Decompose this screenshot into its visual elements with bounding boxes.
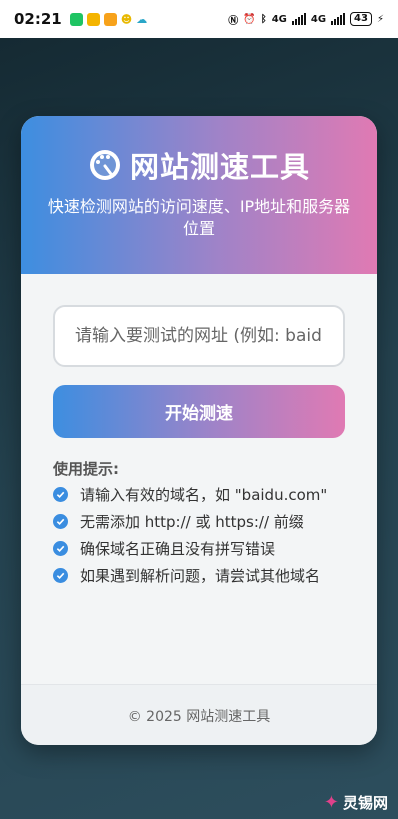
tip-text: 无需添加 http:// 或 https:// 前缀 bbox=[80, 513, 304, 531]
card-header: 网站测速工具 快速检测网站的访问速度、IP地址和服务器位置 bbox=[21, 116, 377, 274]
tip-item: 如果遇到解析问题，请尝试其他域名 bbox=[53, 562, 363, 589]
check-icon bbox=[53, 514, 68, 529]
tip-text: 如果遇到解析问题，请尝试其他域名 bbox=[80, 567, 321, 585]
status-time: 02:21 bbox=[14, 10, 62, 28]
copyright-text: © 2025 网站测速工具 bbox=[127, 708, 271, 725]
card-body: 开始测速 使用提示: 请输入有效的域名，如 "baidu.com" 无需添加 h… bbox=[21, 274, 377, 684]
signal-icon-2 bbox=[331, 13, 346, 25]
nfc-icon: Ⓝ bbox=[228, 15, 239, 27]
page-subtitle: 快速检测网站的访问速度、IP地址和服务器位置 bbox=[47, 197, 351, 238]
start-test-button[interactable]: 开始测速 bbox=[53, 385, 345, 438]
tip-item: 无需添加 http:// 或 https:// 前缀 bbox=[53, 508, 363, 535]
app-icon bbox=[103, 12, 117, 26]
tip-text: 确保域名正确且没有拼写错误 bbox=[80, 540, 276, 558]
tip-item: 请输入有效的域名，如 "baidu.com" bbox=[53, 481, 363, 508]
check-icon bbox=[53, 541, 68, 556]
charging-icon: ⚡ bbox=[376, 13, 384, 25]
status-bar: 02:21 ☻ ☁ Ⓝ ⏰ ᛒ 4G 4G 43 ⚡ bbox=[0, 0, 398, 38]
emoji-icon: ☻ bbox=[120, 12, 133, 26]
notification-icons: ☻ ☁ bbox=[69, 12, 148, 26]
cloud-icon: ☁ bbox=[136, 12, 148, 26]
page-title: 网站测速工具 bbox=[129, 150, 310, 184]
watermark: ✦ 灵锡网 bbox=[324, 792, 388, 813]
tip-text: 请输入有效的域名，如 "baidu.com" bbox=[80, 486, 328, 504]
bluetooth-icon: ᛒ bbox=[260, 13, 267, 25]
mail-icon bbox=[86, 12, 100, 26]
wechat-icon bbox=[69, 12, 83, 26]
check-icon bbox=[53, 487, 68, 502]
check-icon bbox=[53, 568, 68, 583]
network-type: 4G bbox=[271, 13, 287, 25]
signal-icon bbox=[291, 13, 306, 25]
tips-title: 使用提示: bbox=[53, 460, 119, 478]
speedometer-icon bbox=[89, 150, 120, 180]
tip-item: 确保域名正确且没有拼写错误 bbox=[53, 535, 363, 562]
title-row: 网站测速工具 bbox=[21, 144, 377, 186]
system-icons: Ⓝ ⏰ ᛒ 4G 4G 43 ⚡ bbox=[228, 12, 384, 27]
url-input[interactable] bbox=[53, 305, 345, 367]
watermark-text: 灵锡网 bbox=[342, 794, 388, 812]
card-footer: © 2025 网站测速工具 bbox=[21, 684, 377, 745]
usage-tips: 使用提示: 请输入有效的域名，如 "baidu.com" 无需添加 http:/… bbox=[53, 458, 363, 589]
network-type-2: 4G bbox=[310, 13, 327, 25]
speed-test-card: 网站测速工具 快速检测网站的访问速度、IP地址和服务器位置 开始测速 使用提示:… bbox=[21, 116, 377, 745]
battery-level: 43 bbox=[350, 12, 372, 26]
watermark-logo-icon: ✦ bbox=[323, 792, 339, 813]
alarm-icon: ⏰ bbox=[243, 13, 256, 25]
